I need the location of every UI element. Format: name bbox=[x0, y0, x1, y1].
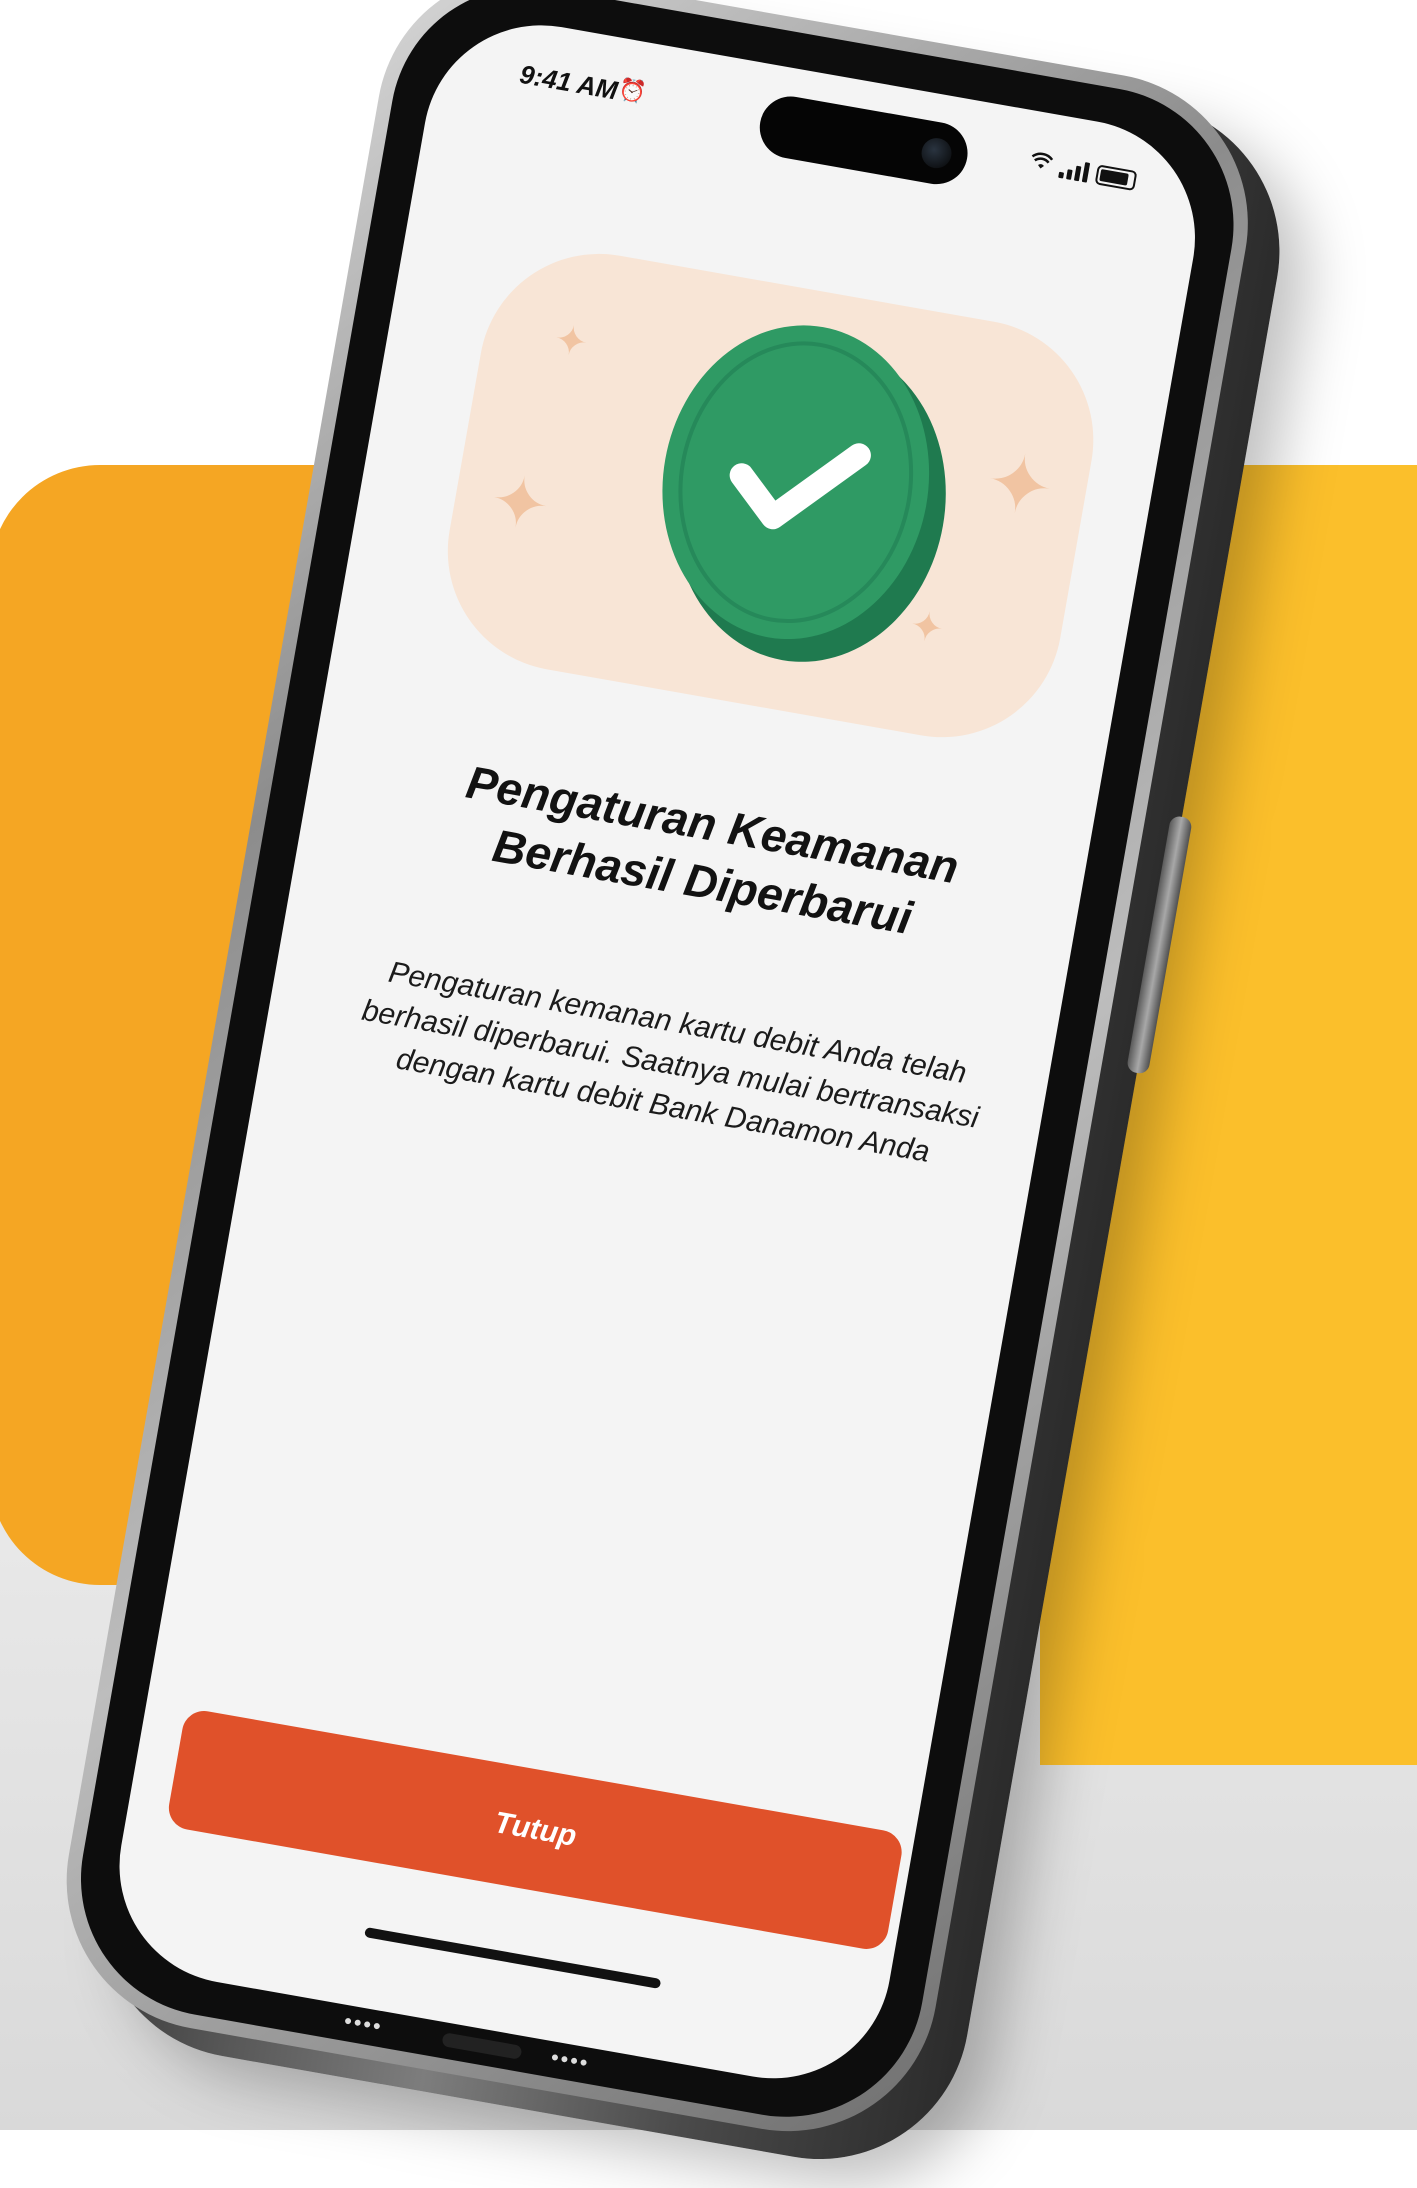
sparkle-icon: ✦ bbox=[906, 603, 948, 653]
alarm-clock-icon: ⏰ bbox=[616, 76, 649, 106]
success-illustration: ✦ ✦ ✦ ✦ bbox=[428, 234, 1113, 757]
home-indicator[interactable] bbox=[364, 1927, 662, 1989]
sparkle-icon: ✦ bbox=[550, 316, 592, 367]
sparkle-icon: ✦ bbox=[484, 459, 556, 547]
success-title: Pengaturan Keamanan Berhasil Diperbarui bbox=[462, 755, 963, 945]
status-bar: 9:41 AM ⏰ bbox=[426, 7, 1213, 251]
status-icons bbox=[1029, 151, 1138, 192]
battery-icon bbox=[1094, 164, 1138, 192]
check-icon bbox=[711, 410, 880, 554]
front-camera bbox=[919, 135, 954, 171]
close-button[interactable]: Tutup bbox=[165, 1707, 906, 1953]
cellular-signal-icon bbox=[1058, 156, 1091, 183]
status-time: 9:41 AM bbox=[517, 58, 620, 106]
wifi-icon bbox=[1029, 151, 1054, 176]
success-description: Pengaturan kemanan kartu debit Anda tela… bbox=[359, 955, 982, 1169]
sparkle-icon: ✦ bbox=[978, 435, 1061, 535]
dynamic-island bbox=[754, 91, 973, 190]
